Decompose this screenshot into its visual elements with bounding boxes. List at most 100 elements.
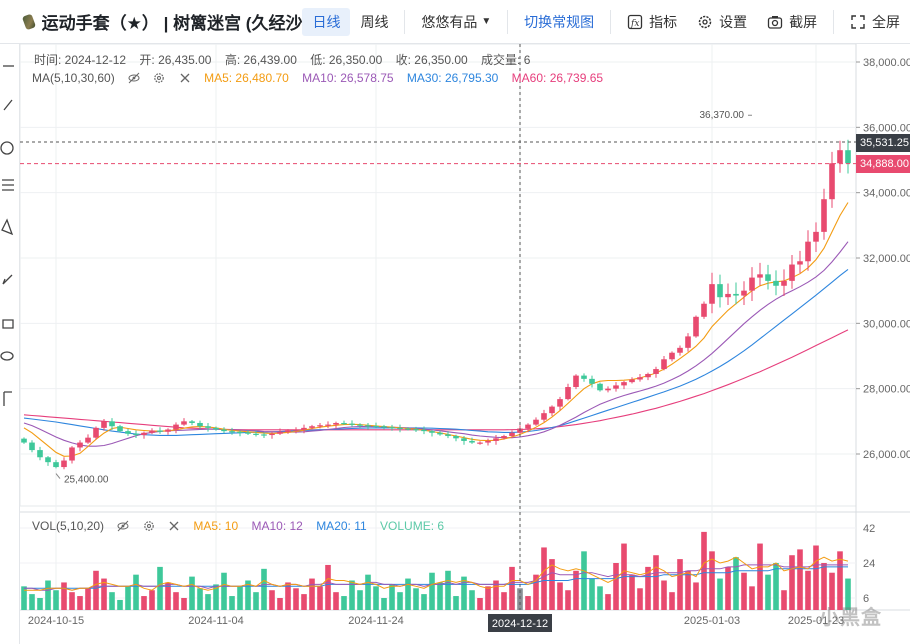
volume-bar — [461, 576, 467, 610]
volume-legend: VOL(5,10,20) MA5: 10 MA10: 12 MA20: 11 V… — [32, 519, 454, 533]
price-tick-label: 28,000.00 — [863, 384, 910, 396]
volume-bar — [757, 543, 763, 610]
candle — [669, 352, 675, 360]
price-tick-label: 34,000.00 — [863, 188, 910, 200]
low-annotation: 25,400.00 — [64, 475, 109, 486]
screenshot-button[interactable]: 截屏 — [757, 8, 827, 36]
volume-bar — [605, 594, 611, 610]
volume-bar — [541, 547, 547, 610]
volume-ma10-line — [24, 564, 848, 591]
candle — [485, 440, 491, 443]
eye-icon[interactable] — [117, 520, 129, 532]
chevron-down-icon: ▼ — [481, 16, 492, 27]
candle — [325, 424, 331, 426]
volume-bar — [773, 563, 779, 610]
item-title: 运动手套（★） | 树篱迷宫 (久经沙 — [0, 9, 302, 34]
candle — [405, 428, 411, 430]
close-icon[interactable] — [179, 72, 191, 84]
close-icon[interactable] — [168, 520, 180, 532]
volume-bar — [749, 586, 755, 610]
volume-bar — [293, 588, 299, 610]
crosshair-date-label: 2024-12-12 — [492, 618, 548, 630]
candle — [765, 274, 771, 281]
candle — [597, 383, 603, 391]
settings-button[interactable]: 设置 — [687, 8, 757, 36]
volume-bar — [229, 596, 235, 610]
candle — [389, 427, 395, 429]
indicator-button[interactable]: fx 指标 — [617, 8, 687, 36]
volume-bar — [389, 584, 395, 610]
volume-bar — [485, 586, 491, 610]
divider — [404, 9, 406, 34]
volume-bar — [653, 555, 659, 610]
tab-weekly[interactable]: 周线 — [350, 8, 398, 36]
candle — [53, 462, 59, 468]
candle — [549, 406, 555, 414]
volume-bar — [669, 592, 675, 610]
vol-ma20-value: MA20: 11 — [316, 519, 367, 533]
price-tick-label: 36,000.00 — [863, 122, 910, 134]
candle — [837, 150, 843, 164]
eye-icon[interactable] — [128, 72, 140, 84]
gear-icon[interactable] — [143, 520, 155, 532]
kline-chart[interactable]: 38,000.00 36,000.00 34,000.00 32,000.00 30,0… — [0, 44, 910, 644]
volume-bar — [701, 531, 707, 610]
ma-legend: MA(5,10,30,60) MA5: 26,480.70 MA10: 26,5… — [32, 71, 613, 85]
candle — [21, 438, 27, 443]
candle — [733, 293, 739, 296]
candle — [173, 424, 179, 430]
candle — [789, 264, 795, 281]
volume-bar — [61, 582, 67, 610]
candle — [421, 429, 427, 432]
fullscreen-icon — [850, 14, 866, 30]
candle — [413, 429, 419, 431]
volume-tick-label: 24 — [863, 558, 875, 570]
volume-bar — [733, 557, 739, 610]
volume-bar — [341, 596, 347, 610]
volume-bar — [589, 578, 595, 610]
candle — [541, 413, 547, 420]
candle — [301, 427, 307, 430]
gear-icon[interactable] — [153, 72, 165, 84]
candle — [693, 316, 699, 337]
candle — [445, 434, 451, 437]
volume-bar — [373, 586, 379, 610]
candle — [397, 427, 403, 430]
candle — [677, 347, 683, 353]
switch-chart-button[interactable]: 切换常规图 — [514, 8, 604, 36]
platform-filter-dropdown[interactable]: 悠悠有品 ▼ — [411, 8, 501, 36]
candle — [661, 359, 667, 370]
candle — [149, 430, 155, 433]
candle — [309, 426, 315, 428]
volume-bar — [501, 592, 507, 610]
price-tick-label: 26,000.00 — [863, 449, 910, 461]
fullscreen-button[interactable]: 全屏 — [840, 8, 910, 36]
volume-bar — [445, 570, 451, 610]
volume-bar — [277, 598, 283, 610]
tab-daily[interactable]: 日线 — [302, 7, 351, 36]
ma-legend-name: MA(5,10,30,60) — [32, 71, 115, 85]
volume-bar — [349, 580, 355, 610]
candle — [317, 425, 323, 427]
watermark-logo: 小黑盒 — [819, 607, 882, 629]
ma10-value: MA10: 26,578.75 — [302, 71, 394, 85]
candle — [589, 378, 595, 384]
volume-bar — [381, 598, 387, 610]
volume-bar — [301, 594, 307, 610]
volume-bar — [677, 559, 683, 610]
info-high: 高: 26,439.00 — [224, 53, 297, 67]
gear-icon — [697, 14, 713, 30]
candle — [653, 369, 659, 374]
volume-bar — [493, 580, 499, 610]
volume-bar — [805, 570, 811, 610]
candle — [605, 388, 611, 391]
ma30-line — [23, 268, 849, 436]
volume-bar — [525, 596, 531, 610]
price-tick-label: 38,000.00 — [863, 57, 910, 69]
vol-value: VOLUME: 6 — [380, 519, 445, 533]
vol-legend-name: VOL(5,10,20) — [32, 519, 105, 533]
volume-bar — [357, 590, 363, 610]
annotation-leader — [55, 473, 61, 479]
volume-bar — [173, 592, 179, 610]
candle — [245, 432, 251, 434]
